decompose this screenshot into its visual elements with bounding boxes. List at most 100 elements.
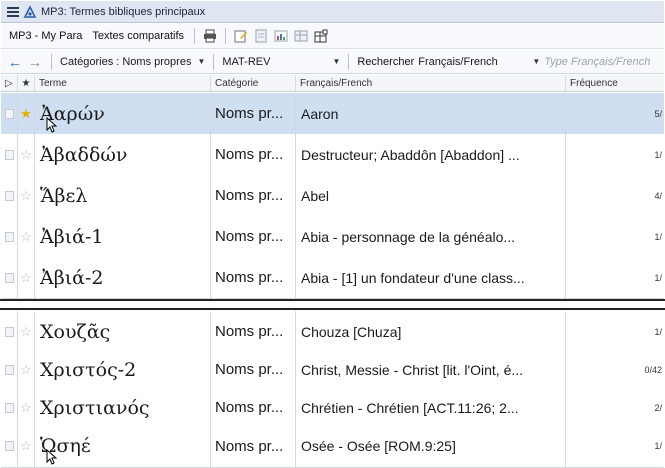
frequency-cell: 5/ (654, 108, 662, 119)
category-cell: Noms pr... (211, 387, 296, 428)
row-checkbox[interactable] (1, 311, 18, 352)
row-checkbox[interactable] (1, 93, 18, 134)
terms-grid-bottom: ☆ Χουζᾶς Noms pr... Chouza [Chuza] 1/ ☆ … (1, 311, 664, 468)
mouse-cursor-icon (46, 117, 57, 133)
title-bar: MP3: Termes bibliques principaux (1, 1, 664, 23)
frequency-cell: 1/ (654, 326, 662, 337)
favorite-star-icon[interactable]: ★ (18, 93, 35, 134)
favorite-star-icon[interactable]: ☆ (18, 216, 35, 257)
col-frequency-header[interactable]: Fréquence (566, 75, 664, 91)
favorite-star-icon[interactable]: ☆ (18, 425, 35, 467)
french-cell: Destructeur; Abaddôn [Abaddon] ... (296, 134, 566, 175)
table-row[interactable]: ☆ Ἀβαδδών Noms pr... Destructeur; Abaddô… (1, 134, 664, 176)
table-row[interactable]: ☆ Ἅβελ Noms pr... Abel 4/ (1, 175, 664, 217)
chevron-down-icon: ▼ (197, 57, 206, 66)
row-checkbox[interactable] (1, 349, 18, 390)
term-cell: Χριστός-2 (35, 349, 211, 390)
checkbox-icon (4, 190, 14, 201)
frequency-cell: 2/ (654, 402, 662, 413)
toolbar-divider (194, 28, 196, 44)
french-cell: Chouza [Chuza] (296, 311, 566, 352)
french-cell: Abel (296, 175, 566, 216)
grid-icon[interactable] (292, 27, 310, 45)
term-cell: Ἀβιά-1 (35, 216, 211, 257)
navigation-toolbar: ← → Catégories : Noms propres ▼ MAT-REV … (1, 50, 664, 74)
frequency-cell: 1/ (654, 272, 662, 283)
row-checkbox[interactable] (1, 175, 18, 216)
edit-icon[interactable] (232, 27, 250, 45)
layout-icon[interactable] (312, 27, 330, 45)
table-row[interactable]: ☆ Ἀβιά-2 Noms pr... Abia - [1] un fondat… (1, 257, 664, 299)
term-cell: Ἀβιά-2 (35, 257, 211, 298)
hamburger-menu-icon[interactable] (7, 6, 19, 17)
checkbox-icon (4, 272, 14, 283)
search-language-label: Français/French (418, 55, 498, 68)
back-arrow-icon[interactable]: ← (7, 54, 23, 70)
resource-selector[interactable]: MP3 - My Para (5, 28, 86, 44)
category-cell: Noms pr... (211, 175, 296, 216)
column-header-row: ▷ ★ Terme Catégorie Français/French Fréq… (1, 75, 664, 92)
french-cell: Abia - personnage de la généalo... (296, 216, 566, 257)
col-flag-header[interactable]: ▷ (1, 75, 18, 91)
table-row[interactable]: ☆ Ὡσηέ Noms pr... Osée - Osée [ROM.9:25]… (1, 425, 664, 468)
category-cell: Noms pr... (211, 257, 296, 298)
checkbox-icon (4, 364, 14, 375)
col-category-header[interactable]: Catégorie (211, 75, 296, 91)
document-icon[interactable] (252, 27, 270, 45)
french-cell: Chrétien - Chrétien [ACT.11:26; 2... (296, 387, 566, 428)
category-cell: Noms pr... (211, 216, 296, 257)
row-checkbox[interactable] (1, 216, 18, 257)
checkbox-icon (4, 441, 14, 451)
print-icon[interactable] (201, 27, 219, 45)
category-cell: Noms pr... (211, 349, 296, 390)
col-term-header[interactable]: Terme (35, 75, 211, 91)
table-row[interactable]: ☆ Χουζᾶς Noms pr... Chouza [Chuza] 1/ (1, 311, 664, 353)
favorite-star-icon[interactable]: ☆ (18, 134, 35, 175)
search-input[interactable]: Type Français/French (544, 56, 650, 68)
french-cell: Aaron (296, 93, 566, 134)
table-row[interactable]: ☆ Ἀβιά-1 Noms pr... Abia - personnage de… (1, 216, 664, 258)
search-label: Rechercher (357, 55, 415, 68)
scope-dropdown-label: MAT-REV (222, 55, 271, 68)
toolbar-divider (213, 53, 215, 70)
category-dropdown[interactable]: Catégories : Noms propres ▼ (60, 56, 205, 68)
favorite-star-icon[interactable]: ☆ (18, 387, 35, 428)
checkbox-icon (4, 231, 14, 242)
window-title: MP3: Termes bibliques principaux (41, 5, 206, 18)
favorite-star-icon[interactable]: ☆ (18, 311, 35, 352)
scope-dropdown[interactable]: MAT-REV ▼ (222, 56, 340, 68)
toolbar-divider (348, 53, 350, 70)
row-checkbox[interactable] (1, 425, 18, 467)
frequency-cell: 4/ (654, 190, 662, 201)
term-cell: Ἀαρών (35, 93, 211, 134)
col-star-header[interactable]: ★ (18, 75, 35, 91)
row-checkbox[interactable] (1, 134, 18, 175)
french-cell: Osée - Osée [ROM.9:25] (296, 425, 566, 467)
table-row[interactable]: ★ Ἀαρών Noms pr... Aaron 5/ (1, 93, 664, 135)
table-row[interactable]: ☆ Χριστός-2 Noms pr... Christ, Messie - … (1, 349, 664, 391)
favorite-star-icon[interactable]: ☆ (18, 175, 35, 216)
chevron-down-icon: ▼ (532, 57, 541, 66)
category-cell: Noms pr... (211, 425, 296, 467)
term-cell: Ἅβελ (35, 175, 211, 216)
chart-icon[interactable] (272, 27, 290, 45)
french-cell: Christ, Messie - Christ [lit. l'Oint, é.… (296, 349, 566, 390)
toolbar-divider (51, 53, 52, 70)
row-checkbox[interactable] (1, 387, 18, 428)
frequency-cell: 1/ (654, 149, 662, 160)
checkbox-icon (4, 326, 14, 337)
favorite-star-icon[interactable]: ☆ (18, 257, 35, 298)
term-cell: Χριστιανός (35, 387, 211, 428)
col-french-header[interactable]: Français/French (296, 75, 566, 91)
term-cell: Χουζᾶς (35, 311, 211, 352)
favorite-star-icon[interactable]: ☆ (18, 349, 35, 390)
forward-arrow-icon[interactable]: → (27, 54, 43, 70)
row-checkbox[interactable] (1, 257, 18, 298)
table-row[interactable]: ☆ Χριστιανός Noms pr... Chrétien - Chrét… (1, 387, 664, 429)
term-cell: Ὡσηέ (35, 425, 211, 467)
search-language-dropdown[interactable]: Français/French ▼ (418, 56, 540, 68)
paratext-logo-icon (23, 4, 37, 19)
terms-grid-top: ★ Ἀαρών Noms pr... Aaron 5/ ☆ Ἀβαδδών No… (1, 93, 664, 299)
compare-texts-button[interactable]: Textes comparatifs (88, 28, 188, 44)
checkbox-icon (4, 402, 14, 413)
